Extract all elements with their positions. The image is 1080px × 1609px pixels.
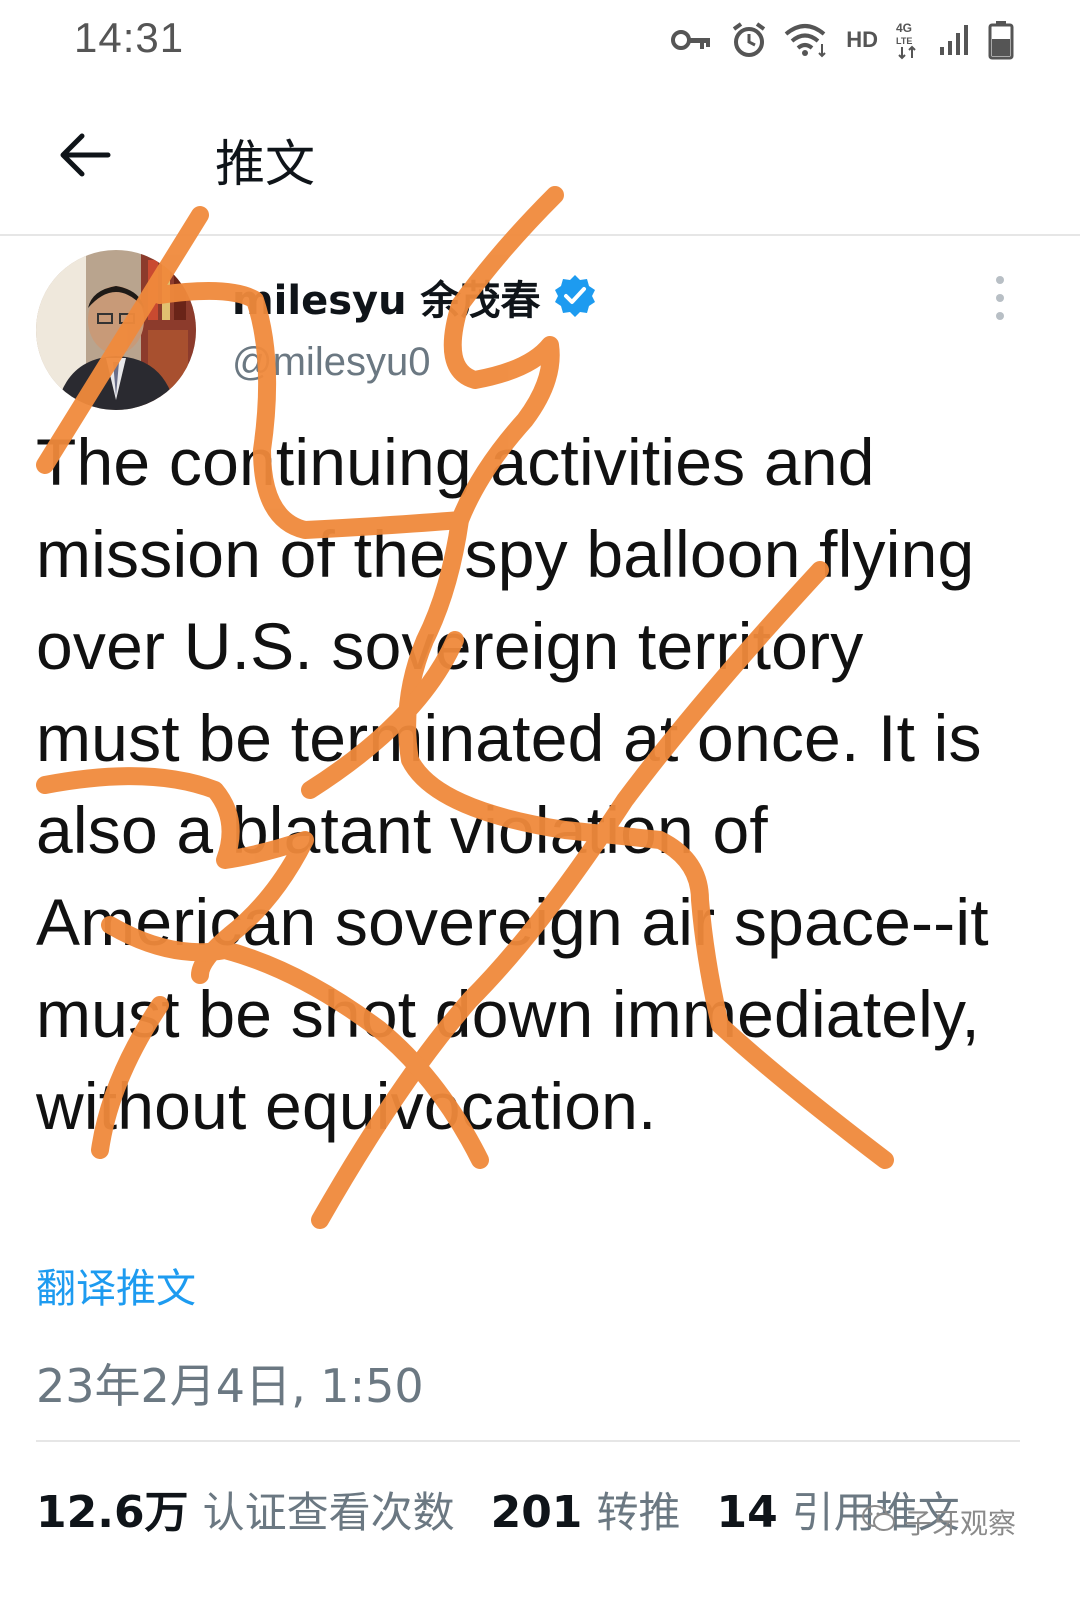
page-title: 推文 [215,135,315,193]
more-dot [996,276,1004,284]
watermark-text: 子牙观察 [904,1507,1017,1540]
tweet-text: The continuing activities and mission of… [36,425,989,1143]
wifi-icon [784,22,830,58]
4g-lte-icon: 4G LTE [894,20,922,60]
app-header: 推文 [0,100,1080,236]
author-name-row[interactable]: milesyu 余茂春 [232,268,597,326]
key-icon [670,25,714,55]
stat-retweets[interactable]: 201 转推 [491,1479,681,1540]
translate-tweet-link[interactable]: 翻译推文 [36,1256,196,1314]
status-bar: 14:31 HD 4G LTE [0,0,1080,80]
more-dot [996,294,1004,302]
more-options-button[interactable] [982,276,1018,320]
stat-views[interactable]: 12.6万 认证查看次数 [36,1476,455,1540]
tweet-date[interactable]: 23年2月4日, 1:50 [36,1350,424,1416]
verified-badge-icon [553,273,597,322]
stat-number: 12.6万 [36,1487,189,1538]
more-dot [996,312,1004,320]
back-button[interactable] [50,122,120,192]
stat-number: 201 [490,1487,583,1538]
wechat-icon [862,1504,896,1540]
avatar[interactable] [36,250,196,410]
status-icons: HD 4G LTE [670,18,1014,62]
alarm-icon [730,21,768,59]
svg-text:4G: 4G [896,21,912,35]
signal-icon [938,23,972,57]
author-handle[interactable]: @milesyu0 [232,340,430,385]
divider [36,1440,1020,1442]
svg-text:LTE: LTE [896,36,912,46]
stats-row: 12.6万 认证查看次数 201 转推 14 引用推文 [36,1476,996,1540]
stat-label: 转推 [596,1488,681,1537]
arrow-left-icon [58,132,112,183]
hd-icon: HD [846,27,878,52]
watermark: 子牙观察 [862,1502,1016,1542]
battery-icon [988,20,1014,60]
stat-number: 14 [716,1487,778,1538]
status-time: 14:31 [74,14,185,61]
stat-label: 认证查看次数 [202,1488,455,1537]
author-name[interactable]: milesyu 余茂春 [232,268,541,326]
